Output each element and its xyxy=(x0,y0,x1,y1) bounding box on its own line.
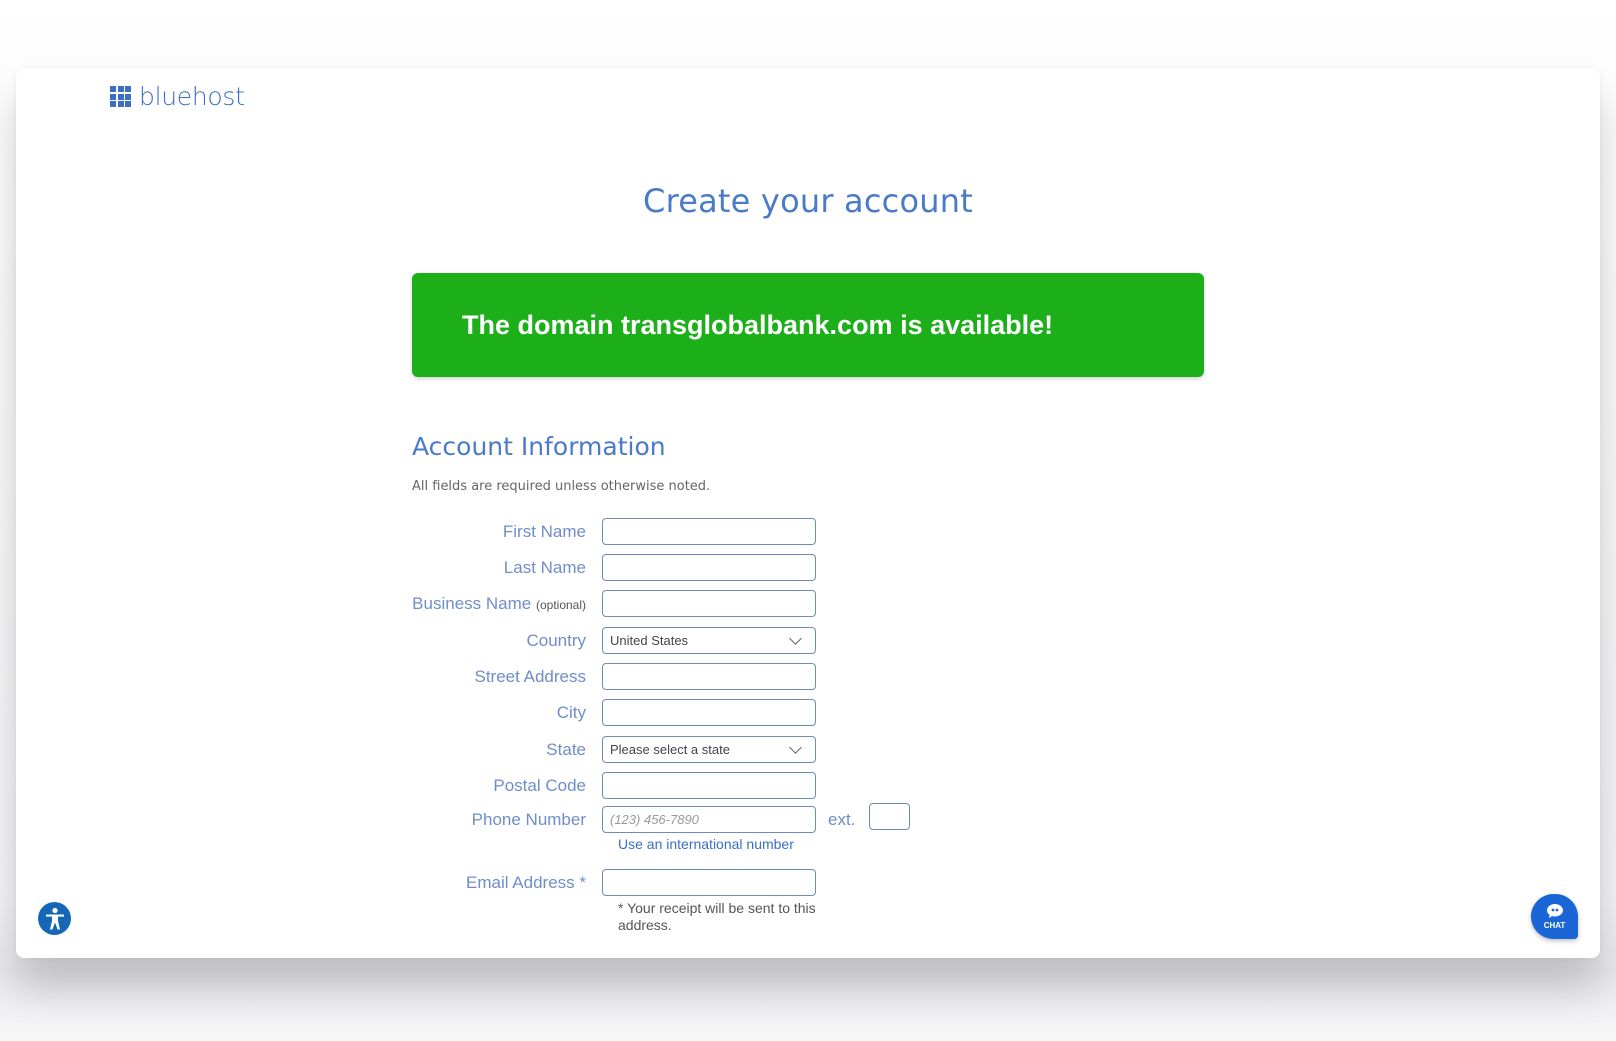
business-name-input[interactable] xyxy=(602,590,816,617)
postal-input[interactable] xyxy=(602,772,816,799)
phone-ext-input[interactable] xyxy=(869,803,911,830)
chat-button[interactable]: CHAT xyxy=(1531,894,1578,939)
section-title: Account Information xyxy=(412,432,666,461)
accessibility-icon xyxy=(45,907,64,929)
chat-label: CHAT xyxy=(1543,921,1566,930)
bluehost-logo[interactable]: bluehost xyxy=(110,82,245,111)
postal-label: Postal Code xyxy=(493,775,586,795)
email-input[interactable] xyxy=(602,869,816,896)
last-name-label: Last Name xyxy=(503,557,586,577)
country-label: Country xyxy=(526,630,586,650)
chat-bubble-icon xyxy=(1546,904,1563,918)
city-row: City xyxy=(396,699,816,726)
logo-text: bluehost xyxy=(139,82,245,111)
phone-input[interactable] xyxy=(602,806,816,833)
business-name-label-text: Business Name xyxy=(412,593,532,613)
state-row: State Please select a state xyxy=(396,736,816,763)
email-label: Email Address * xyxy=(466,872,586,892)
accessibility-button[interactable] xyxy=(38,902,71,935)
email-receipt-note: * Your receipt will be sent to this addr… xyxy=(618,900,816,933)
banner-text: The domain transglobalbank.com is availa… xyxy=(462,309,1054,340)
state-value: Please select a state xyxy=(610,742,730,757)
email-row: Email Address * xyxy=(396,869,816,896)
ext-label: ext. xyxy=(828,809,856,829)
state-label: State xyxy=(546,739,586,759)
last-name-row: Last Name xyxy=(396,554,816,581)
chevron-down-icon xyxy=(789,631,802,645)
domain-available-banner: The domain transglobalbank.com is availa… xyxy=(412,273,1204,377)
state-select[interactable]: Please select a state xyxy=(602,736,816,763)
street-label: Street Address xyxy=(474,666,586,686)
phone-label: Phone Number xyxy=(471,809,586,829)
logo-grid-icon xyxy=(110,86,131,107)
first-name-row: First Name xyxy=(396,518,816,545)
first-name-input[interactable] xyxy=(602,518,816,545)
country-value: United States xyxy=(610,633,689,648)
page-title: Create your account xyxy=(643,182,973,220)
last-name-input[interactable] xyxy=(602,554,816,581)
street-row: Street Address xyxy=(396,663,816,690)
postal-row: Postal Code xyxy=(396,772,816,799)
chevron-down-icon xyxy=(789,740,802,754)
required-note: All fields are required unless otherwise… xyxy=(412,479,711,494)
business-name-label: Business Name (optional) xyxy=(396,594,602,614)
first-name-label: First Name xyxy=(502,521,586,541)
international-number-link[interactable]: Use an international number xyxy=(618,836,794,852)
phone-row: Phone Number ext. xyxy=(396,803,911,833)
optional-tag: (optional) xyxy=(535,597,586,612)
city-label: City xyxy=(556,702,586,722)
business-name-row: Business Name (optional) xyxy=(396,590,816,617)
country-row: Country United States xyxy=(396,627,816,654)
city-input[interactable] xyxy=(602,699,816,726)
country-select[interactable]: United States xyxy=(602,627,816,654)
street-input[interactable] xyxy=(602,663,816,690)
